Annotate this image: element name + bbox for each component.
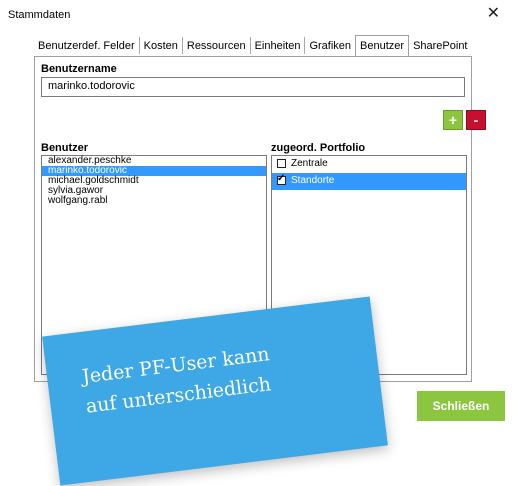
tab-kosten[interactable]: Kosten [138, 37, 182, 54]
username-label: Benutzername [41, 63, 117, 75]
tab-einheiten[interactable]: Einheiten [249, 37, 305, 54]
tab-strip: Benutzerdef. Felder Kosten Ressourcen Ei… [34, 35, 472, 57]
portfolio-item-label: Zentrale [291, 158, 328, 169]
list-item[interactable]: wolfgang.rabl [42, 196, 266, 206]
dialog-window: Stammdaten ✕ Benutzerdef. Felder Kosten … [0, 0, 518, 486]
tab-benutzerdef-felder[interactable]: Benutzerdef. Felder [34, 37, 139, 54]
title-bar: Stammdaten ✕ [0, 0, 518, 30]
close-button[interactable]: Schließen [417, 391, 505, 421]
tab-ressourcen[interactable]: Ressourcen [181, 37, 250, 54]
zentrale-checkbox[interactable] [277, 159, 286, 168]
window-title: Stammdaten [8, 9, 71, 21]
portfolio-label: zugeord. Portfolio [271, 142, 366, 154]
annotation-text: Jeder PF-User kann auf unterschiedlich [80, 339, 274, 422]
users-label: Benutzer [41, 142, 89, 154]
portfolio-item-label: Standorte [291, 175, 335, 186]
username-input[interactable]: marinko.todorovic [41, 77, 465, 97]
portfolio-item-standorte[interactable]: Standorte [272, 173, 466, 190]
tab-sharepoint[interactable]: SharePoint [409, 37, 471, 54]
standorte-checkbox[interactable] [277, 173, 286, 185]
remove-user-button[interactable]: - [466, 110, 486, 130]
tab-benutzer[interactable]: Benutzer [355, 35, 410, 56]
tab-grafiken[interactable]: Grafiken [304, 37, 355, 54]
close-icon[interactable]: ✕ [487, 6, 500, 22]
add-user-button[interactable]: + [443, 110, 463, 130]
portfolio-item-zentrale[interactable]: Zentrale [272, 156, 466, 173]
